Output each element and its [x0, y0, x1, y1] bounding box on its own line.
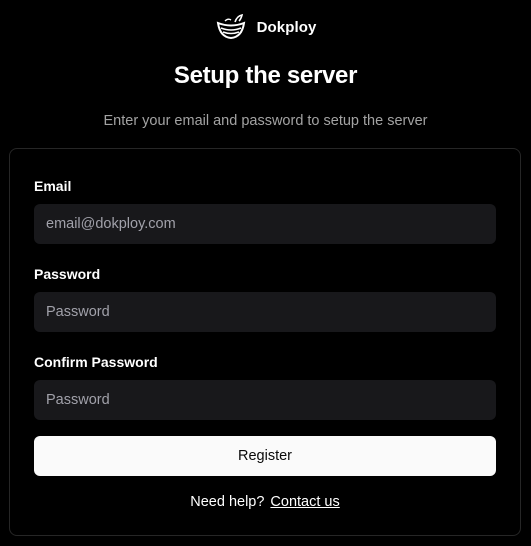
- confirm-password-label: Confirm Password: [34, 354, 158, 370]
- register-button[interactable]: Register: [34, 436, 496, 476]
- contact-us-link[interactable]: Contact us: [270, 494, 339, 510]
- page-title: Setup the server: [173, 62, 358, 89]
- email-field[interactable]: [34, 204, 496, 244]
- confirm-password-field[interactable]: [34, 380, 496, 420]
- setup-form-card: Email Password Confirm Password Register…: [9, 148, 521, 536]
- email-label: Email: [34, 178, 72, 194]
- whale-logo-icon: [215, 12, 247, 42]
- help-row: Need help? Contact us: [10, 494, 520, 510]
- password-field[interactable]: [34, 292, 496, 332]
- password-label: Password: [34, 266, 101, 282]
- page-subtitle: Enter your email and password to setup t…: [103, 113, 428, 129]
- brand-header: Dokploy: [0, 12, 531, 42]
- help-text: Need help?: [190, 494, 265, 510]
- brand-name: Dokploy: [256, 18, 317, 36]
